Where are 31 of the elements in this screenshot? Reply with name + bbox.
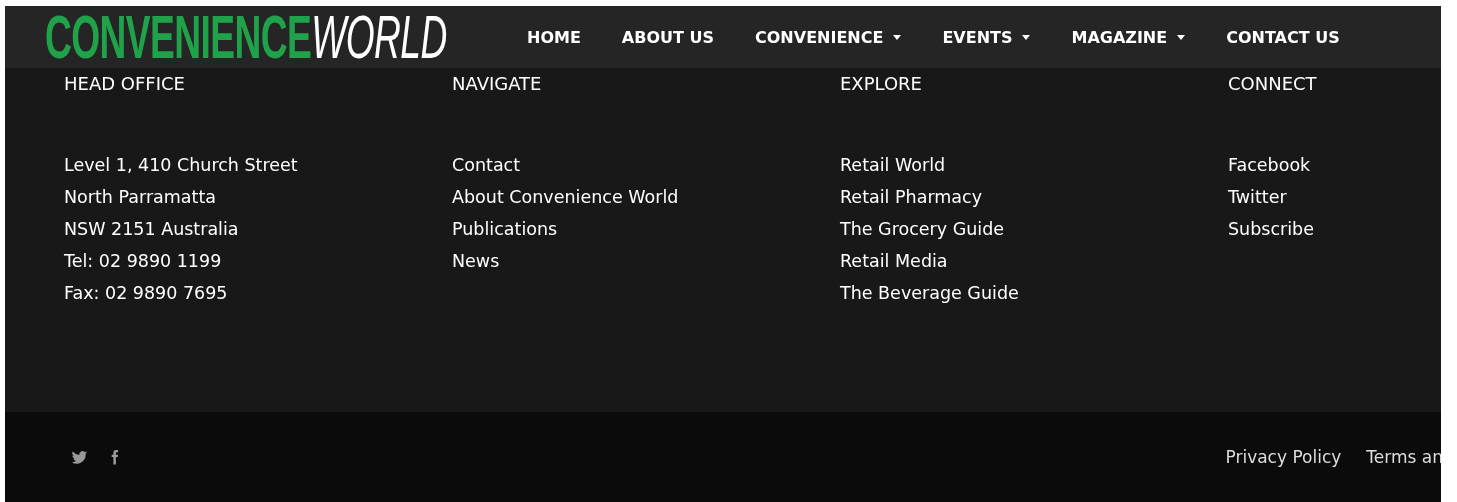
logo[interactable]: CONVENIENCEWORLD [45, 6, 447, 68]
address-line: NSW 2151 Australia [64, 218, 239, 241]
footer-link[interactable]: Contact [452, 149, 521, 181]
column-heading: EXPLORE [840, 72, 923, 96]
footer-link[interactable]: Publications [452, 213, 558, 245]
footer-link[interactable]: Retail World [840, 149, 946, 181]
footer-link[interactable]: The Grocery Guide [840, 213, 1005, 245]
column-heading: HEAD OFFICE [64, 72, 186, 96]
address-line: Tel: 02 9890 1199 [64, 250, 222, 273]
nav-link[interactable]: CONVENIENCE [755, 27, 902, 47]
footer-link[interactable]: News [452, 245, 500, 277]
nav-link[interactable]: MAGAZINE [1071, 27, 1186, 47]
footer-link[interactable]: Retail Pharmacy [840, 181, 983, 213]
footer-link[interactable]: Privacy Policy [1225, 447, 1342, 467]
footer-link[interactable]: Retail Media [840, 245, 948, 277]
twitter-icon[interactable] [71, 448, 88, 466]
address-line: Fax: 02 9890 7695 [64, 282, 228, 305]
nav-link[interactable]: EVENTS [942, 27, 1031, 47]
footer-link[interactable]: Terms an [1366, 447, 1441, 467]
footer-link[interactable]: Subscribe [1228, 213, 1314, 245]
footer-link[interactable]: The Beverage Guide [840, 277, 1019, 309]
nav-link[interactable]: CONTACT US [1226, 27, 1340, 47]
nav-link[interactable]: HOME [527, 27, 581, 47]
address-line: North Parramatta [64, 186, 217, 209]
footer-link[interactable]: About Convenience World [452, 181, 679, 213]
address-line: Level 1, 410 Church Street [64, 154, 298, 177]
column-heading: CONNECT [1228, 72, 1318, 96]
footer-link[interactable]: Facebook [1228, 149, 1311, 181]
footer-link[interactable]: Twitter [1228, 181, 1287, 213]
column-heading: NAVIGATE [452, 72, 543, 96]
nav-link[interactable]: ABOUT US [621, 27, 714, 47]
